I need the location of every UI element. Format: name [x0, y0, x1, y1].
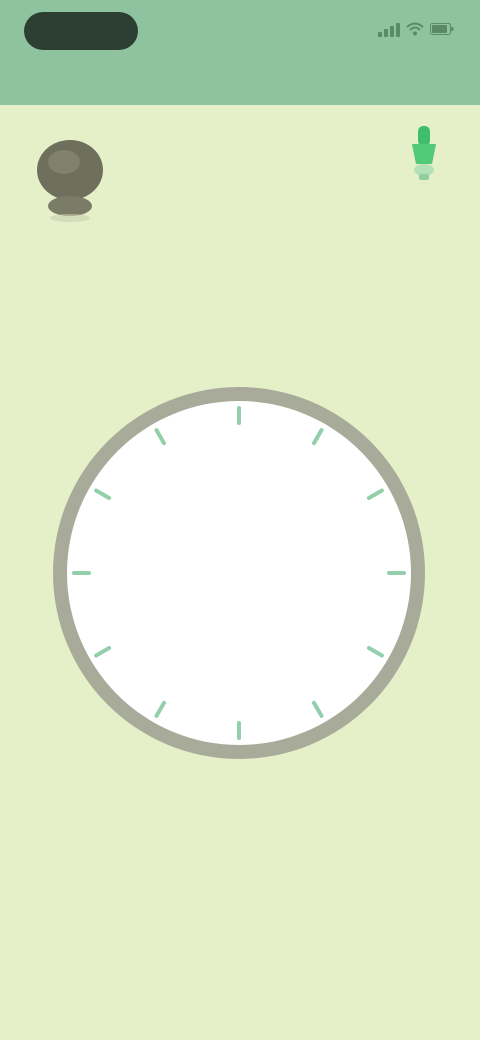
- wifi-icon: [406, 22, 424, 39]
- page-title: [140, 72, 340, 98]
- battery-icon: [430, 22, 454, 38]
- signal-icon: [378, 23, 400, 37]
- dial-face: [67, 401, 411, 745]
- status-indicators: [364, 20, 454, 40]
- status-bar: [0, 0, 480, 105]
- weather-icon[interactable]: [32, 132, 108, 222]
- dial-svg[interactable]: [44, 378, 434, 768]
- flashlight-button[interactable]: [392, 124, 456, 216]
- status-time: [24, 12, 138, 50]
- flashlight-icon: [407, 124, 441, 187]
- dial[interactable]: [44, 378, 434, 768]
